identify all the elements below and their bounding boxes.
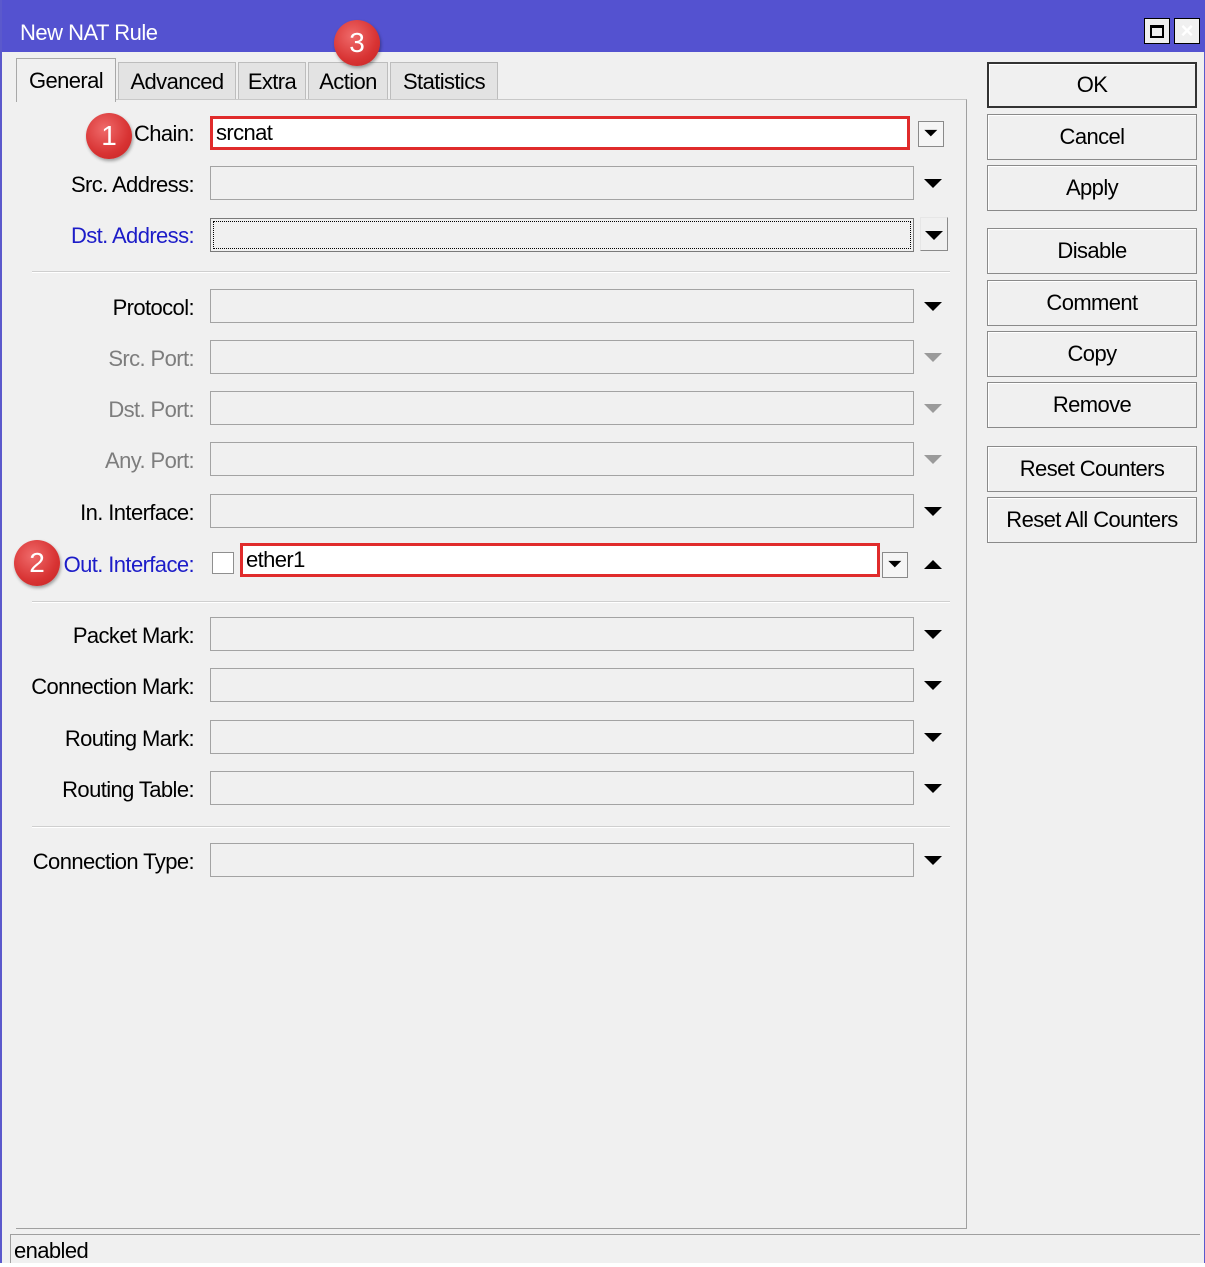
routing-table-arrow-icon[interactable] [924,784,942,793]
chain-dropdown-button[interactable]: ⏷ [918,121,944,147]
tab-action[interactable]: Action [308,62,388,100]
close-icon: × [1180,18,1194,43]
src-address-label: Src. Address: [70,172,195,197]
comment-button[interactable]: Comment [987,280,1197,326]
connection-type-arrow-icon[interactable] [924,856,942,865]
src-port-label: Src. Port: [108,346,194,371]
src-port-arrow-icon [924,353,942,362]
dropdown-icon: ⏷ [888,556,902,573]
reset-all-counters-button[interactable]: Reset All Counters [987,497,1197,543]
separator [32,271,950,273]
separator [32,826,950,828]
chain-field[interactable]: srcnat [210,116,910,150]
any-port-field [210,442,914,476]
out-interface-collapse-icon[interactable] [924,560,942,569]
protocol-label: Protocol: [112,295,195,320]
dst-port-arrow-icon [924,404,942,413]
any-port-label: Any. Port: [105,448,195,473]
maximize-icon [1150,24,1164,38]
arrow-down-icon [925,231,943,240]
routing-mark-field[interactable] [210,720,914,754]
connection-mark-label: Connection Mark: [31,674,194,699]
dropdown-icon: ⏷ [924,125,938,142]
remove-button[interactable]: Remove [987,382,1197,428]
annotation-badge-1: 1 [86,113,132,159]
routing-mark-label: Routing Mark: [64,726,195,751]
out-interface-label[interactable]: Out. Interface: [64,552,195,578]
cancel-button[interactable]: Cancel [987,114,1197,160]
dst-address-field[interactable] [210,218,914,252]
any-port-arrow-icon [924,455,942,464]
annotation-badge-3: 3 [334,20,380,66]
out-interface-field[interactable]: ether1 [240,543,880,577]
reset-counters-button[interactable]: Reset Counters [987,446,1197,492]
dst-address-label[interactable]: Dst. Address: [71,223,195,249]
out-interface-dropdown-button[interactable]: ⏷ [882,552,908,578]
routing-table-field[interactable] [210,771,914,805]
dst-address-arrow-button[interactable] [920,217,948,251]
separator [32,601,950,603]
ok-button[interactable]: OK [987,62,1197,108]
routing-table-label: Routing Table: [62,777,194,802]
src-port-field [210,340,914,374]
tab-advanced[interactable]: Advanced [118,62,236,100]
window-title: New NAT Rule [20,20,158,45]
tab-extra[interactable]: Extra [238,62,306,100]
in-interface-field[interactable] [210,494,914,528]
chain-label: Chain: [134,121,195,146]
dst-port-field [210,391,914,425]
src-address-field[interactable] [210,166,914,200]
connection-type-label: Connection Type: [32,849,195,874]
connection-mark-field[interactable] [210,668,914,702]
packet-mark-label: Packet Mark: [72,623,195,648]
tab-statistics[interactable]: Statistics [390,62,498,100]
connection-type-field[interactable] [210,843,914,877]
out-interface-negate-checkbox[interactable] [212,552,234,574]
close-button[interactable]: × [1174,18,1200,44]
protocol-field[interactable] [210,289,914,323]
annotation-badge-2: 2 [14,540,60,586]
connection-mark-arrow-icon[interactable] [924,681,942,690]
dst-port-label: Dst. Port: [108,397,194,422]
nat-rule-window: New NAT Rule × General Advanced Extra Ac… [0,0,1205,1263]
general-tab-panel [16,99,967,1229]
packet-mark-arrow-icon[interactable] [924,630,942,639]
protocol-arrow-icon[interactable] [924,302,942,311]
disable-button[interactable]: Disable [987,228,1197,274]
copy-button[interactable]: Copy [987,331,1197,377]
title-bar[interactable]: New NAT Rule × [2,0,1205,52]
in-interface-label: In. Interface: [80,500,194,525]
status-bar: enabled [10,1234,1200,1263]
tab-general[interactable]: General [16,58,116,102]
in-interface-arrow-icon[interactable] [924,507,942,516]
maximize-button[interactable] [1144,18,1170,44]
src-address-arrow-icon[interactable] [924,179,942,188]
packet-mark-field[interactable] [210,617,914,651]
routing-mark-arrow-icon[interactable] [924,733,942,742]
apply-button[interactable]: Apply [987,165,1197,211]
